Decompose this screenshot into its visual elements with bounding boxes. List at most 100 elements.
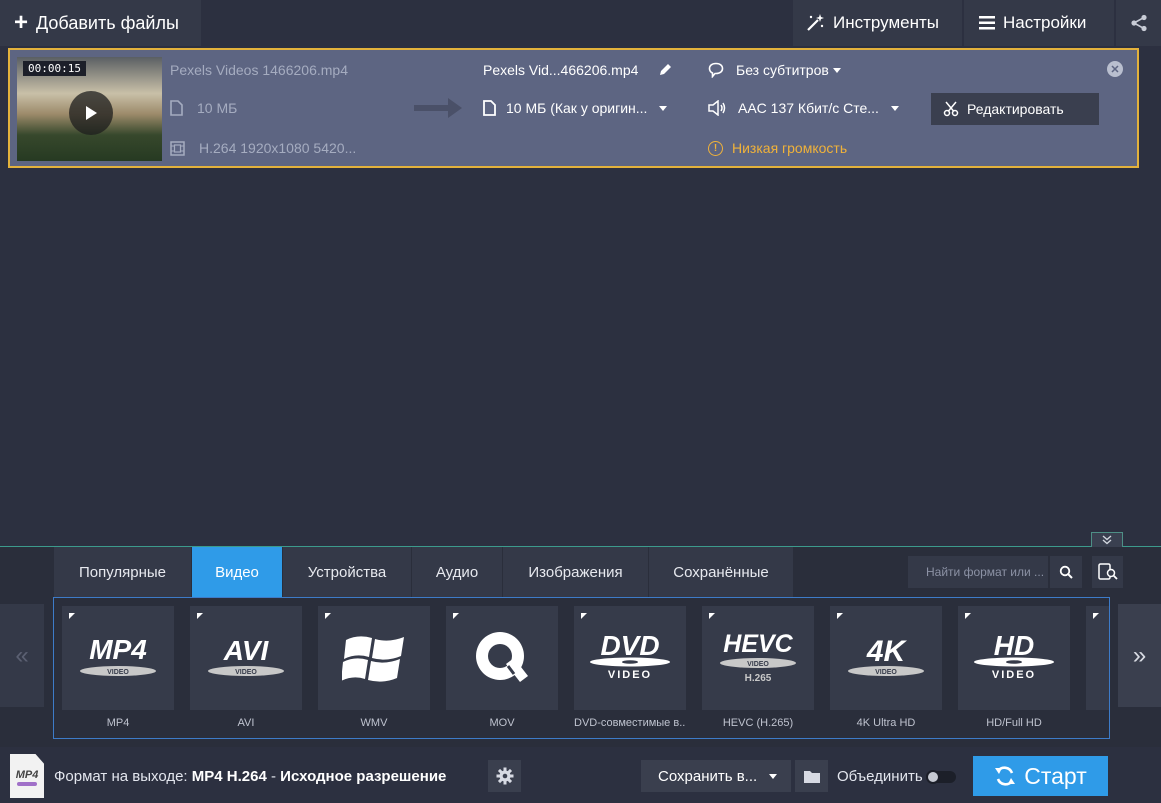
scroll-left-button[interactable]: «: [0, 604, 44, 707]
format-item-mov[interactable]: MOV: [446, 606, 558, 736]
pencil-icon[interactable]: [658, 63, 672, 77]
magic-wand-icon: [807, 14, 824, 31]
merge-switch[interactable]: [925, 769, 956, 784]
format-search-input[interactable]: Найти формат или ...: [908, 556, 1048, 588]
svg-text:DVD: DVD: [600, 631, 659, 661]
tools-button[interactable]: Инструменты: [793, 0, 962, 46]
format-item-hevc[interactable]: HEVC VIDEO H.265 HEVC (H.265): [702, 606, 814, 736]
format-tile: [1086, 606, 1109, 710]
format-item-dvd[interactable]: DVD VIDEO DVD-совместимые в...: [574, 606, 686, 736]
play-icon: [86, 106, 97, 120]
collapse-panel-button[interactable]: [1091, 532, 1123, 547]
corner-marker: [581, 613, 587, 619]
tab-devices[interactable]: Устройства: [283, 547, 412, 597]
audio-value: AAC 137 Кбит/с Сте...: [738, 100, 879, 116]
svg-text:MP4: MP4: [16, 769, 39, 781]
bottom-bar: MP4 Формат на выходе: MP4 H.264 - Исходн…: [0, 747, 1161, 803]
audio-track-dropdown[interactable]: AAC 137 Кбит/с Сте...: [708, 100, 899, 116]
format-label: 4K Ultra HD: [856, 717, 916, 729]
format-panel: Популярные Видео Устройства Аудио Изобра…: [0, 547, 1161, 747]
convert-arrow-icon: [414, 98, 462, 118]
low-volume-warning[interactable]: ! Низкая громкость: [708, 140, 847, 156]
chevron-down-icon: [769, 773, 778, 779]
format-label: HD/Full HD: [986, 717, 1042, 729]
hd-video-icon: HD VIDEO: [974, 631, 1054, 681]
tab-popular[interactable]: Популярные: [54, 547, 192, 597]
folder-icon: [803, 770, 820, 783]
tab-audio[interactable]: Аудио: [412, 547, 503, 597]
format-list: MP4 VIDEO MP4 AVI VIDEO AVI WMV MOV DVD …: [53, 597, 1110, 739]
format-item-4k[interactable]: 4K VIDEO 4K Ultra HD: [830, 606, 942, 736]
search-icon: [1059, 565, 1073, 579]
open-folder-button[interactable]: [795, 760, 828, 792]
format-item-mp4[interactable]: MP4 VIDEO MP4: [62, 606, 174, 736]
dvd-video-icon: DVD VIDEO: [590, 631, 670, 681]
gear-icon: [496, 767, 513, 785]
merge-toggle[interactable]: Объединить: [837, 768, 956, 785]
format-label: AVI: [237, 717, 255, 729]
svg-text:HEVC: HEVC: [723, 630, 793, 658]
double-chevron-down-icon: [1102, 535, 1112, 545]
speech-bubble-icon: [708, 62, 724, 78]
source-size: 10 МБ: [170, 100, 237, 116]
format-label: WMV: [360, 717, 388, 729]
format-tile: [446, 606, 558, 710]
tab-images[interactable]: Изображения: [503, 547, 649, 597]
svg-text:VIDEO: VIDEO: [107, 669, 129, 676]
plus-icon: +: [14, 9, 29, 36]
share-button[interactable]: [1116, 0, 1161, 46]
mp4-file-icon: MP4: [16, 769, 39, 786]
play-button[interactable]: [69, 91, 113, 135]
source-codec-value: H.264 1920x1080 5420...: [199, 140, 357, 156]
add-files-label: Добавить файлы: [36, 12, 179, 33]
switch-knob: [925, 769, 940, 784]
svg-text:VIDEO: VIDEO: [235, 669, 257, 676]
format-label: HEVC (H.265): [722, 717, 794, 729]
corner-marker: [453, 613, 459, 619]
svg-text:HD: HD: [994, 631, 1034, 661]
format-item-hd[interactable]: HD VIDEO HD/Full HD: [958, 606, 1070, 736]
start-label: Старт: [1024, 762, 1087, 789]
svg-text:VIDEO: VIDEO: [608, 669, 652, 681]
output-size-dropdown[interactable]: 10 МБ (Как у оригин...: [483, 100, 668, 116]
corner-marker: [965, 613, 971, 619]
format-tile: MP4 VIDEO: [62, 606, 174, 710]
corner-marker: [709, 613, 715, 619]
scissors-icon: [943, 101, 959, 117]
format-item-wmv[interactable]: WMV: [318, 606, 430, 736]
format-tile: HEVC VIDEO H.265: [702, 606, 814, 710]
format-tile: 4K VIDEO: [830, 606, 942, 710]
output-filename-value: Pexels Vid...466206.mp4: [483, 62, 639, 78]
output-format-file-icon: MP4: [10, 754, 44, 798]
output-format-info: Формат на выходе: MP4 H.264 - Исходное р…: [54, 768, 446, 785]
output-format-resolution: Исходное разрешение: [280, 768, 447, 785]
search-button[interactable]: [1050, 556, 1082, 588]
file-icon: [170, 100, 183, 116]
detect-device-button[interactable]: [1092, 556, 1123, 588]
warning-text: Низкая громкость: [732, 140, 848, 156]
tab-video[interactable]: Видео: [192, 547, 283, 597]
save-to-dropdown[interactable]: Сохранить в...: [641, 760, 791, 792]
format-item-avi[interactable]: AVI VIDEO AVI: [190, 606, 302, 736]
scroll-right-button[interactable]: »: [1118, 604, 1161, 707]
subtitles-dropdown[interactable]: Без субтитров: [708, 62, 841, 78]
hevc-video-icon: HEVC VIDEO H.265: [720, 630, 796, 684]
format-item-partial[interactable]: [1086, 606, 1109, 736]
settings-button[interactable]: Настройки: [964, 0, 1114, 46]
format-settings-button[interactable]: [488, 760, 521, 792]
start-button[interactable]: Старт: [973, 756, 1108, 796]
remove-file-close-icon[interactable]: ✕: [1107, 61, 1123, 77]
video-thumbnail[interactable]: 00:00:15: [17, 57, 162, 161]
output-size-value: 10 МБ (Как у оригин...: [506, 100, 648, 116]
film-icon: [170, 140, 185, 156]
format-label: MOV: [489, 717, 515, 729]
tab-saved[interactable]: Сохранённые: [649, 547, 794, 597]
source-codec: H.264 1920x1080 5420...: [170, 140, 356, 156]
duration-badge: 00:00:15: [23, 61, 86, 76]
add-files-button[interactable]: + Добавить файлы: [0, 0, 201, 46]
file-row[interactable]: 00:00:15 Pexels Videos 1466206.mp4 10 МБ…: [8, 48, 1139, 168]
svg-text:AVI: AVI: [223, 635, 270, 666]
edit-button[interactable]: Редактировать: [931, 93, 1099, 125]
windows-logo-icon: [342, 636, 404, 682]
corner-marker: [325, 613, 331, 619]
